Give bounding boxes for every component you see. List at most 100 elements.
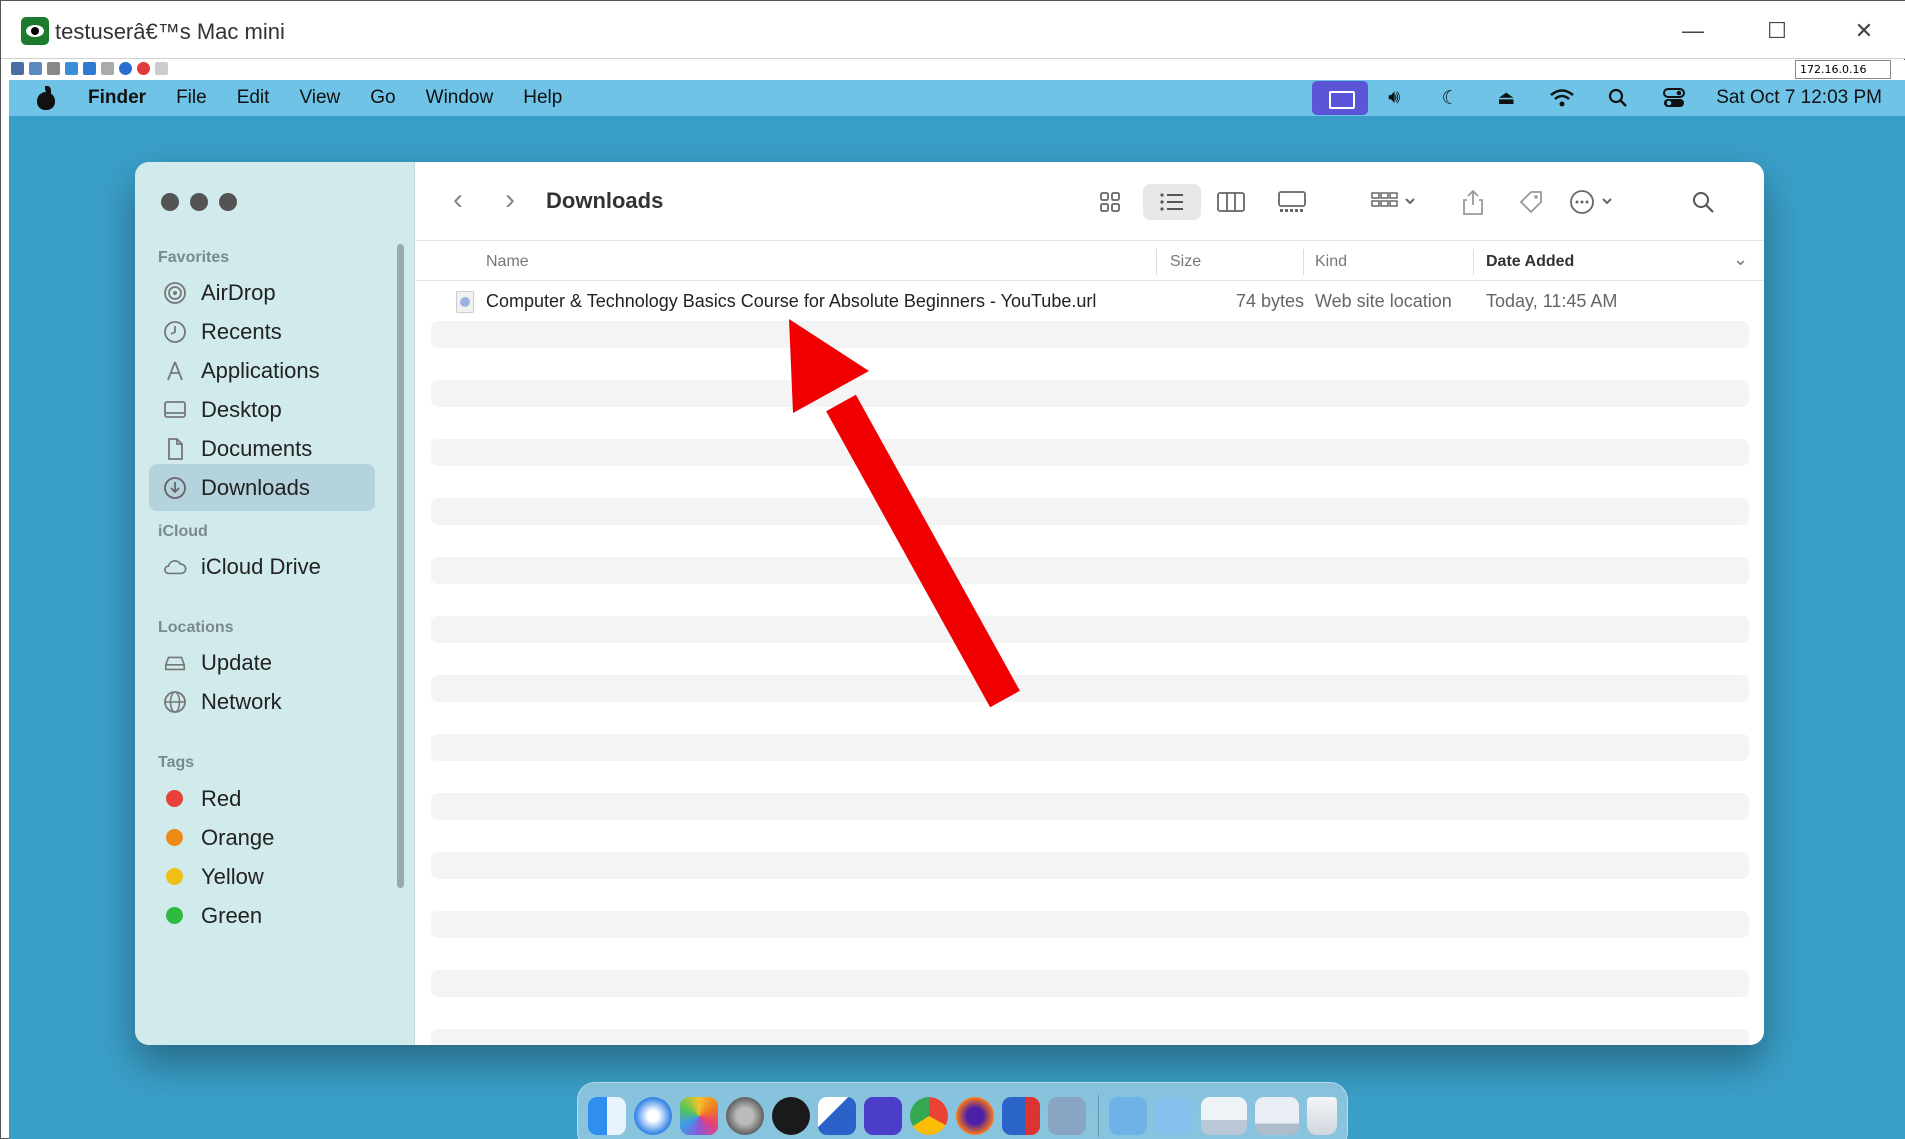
globe-icon [163, 690, 187, 714]
dock-chrome-icon[interactable] [910, 1097, 948, 1135]
sidebar-item-label: Update [201, 649, 272, 675]
ip-address-field[interactable] [1795, 60, 1891, 79]
screen-sharing-icon[interactable] [1312, 81, 1369, 115]
group-by-icon[interactable] [1366, 184, 1422, 220]
column-divider[interactable] [1303, 249, 1304, 275]
forward-chevron-icon[interactable]: › [496, 185, 524, 216]
wifi-icon[interactable] [1548, 86, 1576, 110]
sidebar-item-label: Recents [201, 318, 282, 344]
sort-chevron-icon[interactable]: ⌄ [1733, 249, 1748, 270]
tag-icon[interactable] [1514, 184, 1548, 220]
spotlight-search-icon[interactable] [1604, 86, 1632, 110]
settings-icon[interactable] [47, 62, 60, 75]
viewer-eye-icon [21, 17, 49, 45]
sidebar-tag-green[interactable]: Green [149, 892, 375, 939]
file-size: 74 bytes [1235, 291, 1304, 311]
maximize-button[interactable]: ☐ [1757, 13, 1797, 49]
info-icon[interactable] [119, 62, 132, 75]
window-close-dot[interactable] [161, 193, 179, 211]
menu-help[interactable]: Help [523, 87, 562, 109]
desktop-icon [163, 398, 187, 422]
menu-window[interactable]: Window [426, 87, 494, 109]
file-row[interactable]: Computer & Technology Basics Course for … [416, 281, 1764, 321]
column-header-kind[interactable]: Kind [1315, 253, 1347, 271]
column-header-name[interactable]: Name [486, 253, 529, 271]
applications-icon [163, 359, 187, 383]
file-transfer-icon[interactable] [155, 62, 168, 75]
sidebar-item-label: Red [201, 785, 242, 811]
volume-icon[interactable]: 🔊︎ [1380, 86, 1408, 110]
menu-edit[interactable]: Edit [237, 87, 270, 109]
empty-row-stripe [431, 852, 1749, 879]
gallery-view-icon[interactable] [1272, 184, 1312, 220]
menu-view[interactable]: View [299, 87, 340, 109]
file-name: Computer & Technology Basics Course for … [486, 291, 1097, 311]
dock-parallels-icon[interactable] [1002, 1097, 1040, 1135]
search-icon[interactable] [1686, 184, 1720, 220]
window-zoom-dot[interactable] [219, 193, 237, 211]
back-chevron-icon[interactable]: ‹ [444, 185, 472, 216]
dock [577, 1082, 1348, 1139]
apple-menu-icon[interactable] [35, 86, 57, 110]
sidebar-item-network[interactable]: Network [149, 678, 375, 725]
remote-viewer-window: testuserâ€™s Mac mini — ☐ ✕ Finder File … [0, 0, 1905, 1139]
file-kind: Web site location [1315, 291, 1452, 311]
dock-firefox-icon[interactable] [956, 1097, 994, 1135]
sidebar-scrollbar[interactable] [397, 244, 404, 888]
mac-menubar: Finder File Edit View Go Window Help 🔊︎ … [9, 80, 1905, 116]
column-divider[interactable] [1473, 249, 1474, 275]
column-header-date-added[interactable]: Date Added [1486, 253, 1574, 271]
column-divider[interactable] [1156, 249, 1157, 275]
control-center-icon[interactable] [1660, 86, 1688, 110]
menubar-clock[interactable]: Sat Oct 7 12:03 PM [1716, 87, 1882, 109]
sidebar-item-label: Applications [201, 357, 320, 383]
menu-file[interactable]: File [176, 87, 207, 109]
file-date-added: Today, 11:45 AM [1486, 291, 1618, 311]
menu-go[interactable]: Go [370, 87, 395, 109]
dock-downloads-folder-icon[interactable] [1109, 1097, 1147, 1135]
dock-activity-monitor-icon[interactable] [772, 1097, 810, 1135]
refresh-icon[interactable] [65, 62, 78, 75]
fullscreen-icon[interactable] [29, 62, 42, 75]
dock-window-thumbnail-icon[interactable] [1201, 1097, 1247, 1135]
dock-virtualbox-icon[interactable] [1048, 1097, 1086, 1135]
empty-row-stripe [431, 557, 1749, 584]
dock-safari-icon[interactable] [634, 1097, 672, 1135]
minimize-button[interactable]: — [1673, 13, 1713, 49]
sidebar-item-label: Yellow [201, 863, 264, 889]
dock-trash-icon[interactable] [1307, 1097, 1337, 1135]
clipboard-icon[interactable] [101, 62, 114, 75]
sidebar-item-label: Network [201, 688, 282, 714]
empty-row-stripe [431, 616, 1749, 643]
more-actions-icon[interactable] [1566, 184, 1622, 220]
sidebar-item-label: AirDrop [201, 279, 276, 305]
dock-imovie-star-icon[interactable] [864, 1097, 902, 1135]
dock-system-settings-icon[interactable] [726, 1097, 764, 1135]
share-icon[interactable] [1456, 184, 1490, 220]
sidebar-item-icloud-drive[interactable]: iCloud Drive [149, 543, 375, 590]
empty-row-stripe [431, 321, 1749, 348]
dock-applications-folder-icon[interactable] [1155, 1097, 1193, 1135]
icon-view-grid-icon[interactable] [1092, 184, 1128, 220]
dock-photos-icon[interactable] [680, 1097, 718, 1135]
menu-finder[interactable]: Finder [88, 87, 146, 109]
focus-moon-icon[interactable]: ☾ [1436, 86, 1464, 110]
list-view-icon[interactable] [1143, 184, 1201, 220]
dock-window-thumbnail-icon[interactable] [1255, 1097, 1299, 1135]
close-button[interactable]: ✕ [1844, 13, 1884, 49]
dock-remote-desktop-icon[interactable] [818, 1097, 856, 1135]
drive-icon [163, 651, 187, 675]
disconnect-icon[interactable] [137, 62, 150, 75]
windows-key-icon[interactable] [83, 62, 96, 75]
sidebar-item-label: Desktop [201, 396, 282, 422]
empty-row-stripe [431, 439, 1749, 466]
column-view-icon[interactable] [1211, 184, 1251, 220]
dock-finder-icon[interactable] [588, 1097, 626, 1135]
connection-icon[interactable] [11, 62, 24, 75]
eject-icon[interactable]: ⏏ [1492, 86, 1520, 110]
column-header-size[interactable]: Size [1170, 253, 1201, 271]
sidebar-section-tags: Tags [158, 754, 195, 771]
sidebar-item-label: Orange [201, 824, 275, 850]
sidebar-item-downloads[interactable]: Downloads [149, 464, 375, 511]
window-minimize-dot[interactable] [190, 193, 208, 211]
